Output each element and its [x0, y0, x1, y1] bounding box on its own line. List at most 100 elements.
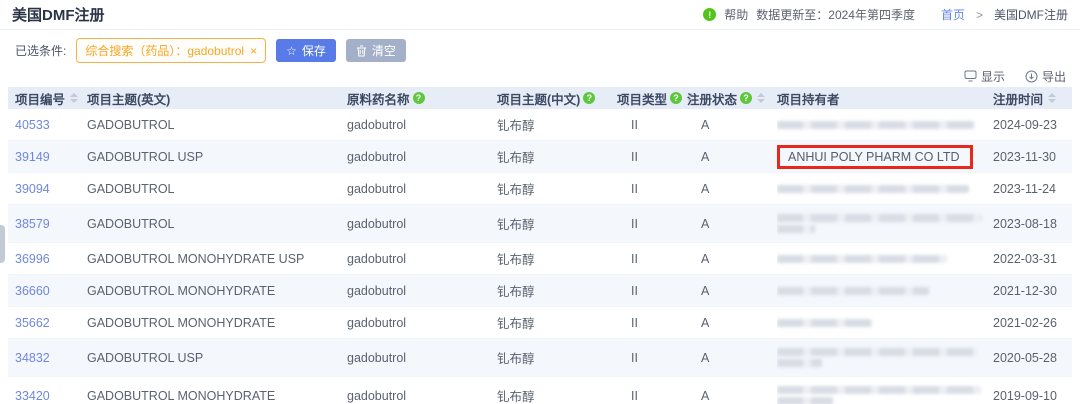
question-circle-icon[interactable]: ? [413, 92, 425, 104]
breadcrumb-home-link[interactable]: 首页 [941, 6, 965, 23]
sort-carets-icon[interactable] [70, 93, 78, 103]
selected-filters-bar: 已选条件: 综合搜索（药品）：gadobutrol × ☆ 保存 清空 [0, 30, 1080, 69]
table-row: 36996GADOBUTROL MONOHYDRATE USPgadobutro… [8, 243, 1072, 275]
project-id-link[interactable]: 40533 [15, 118, 50, 132]
display-settings-button[interactable]: 显示 [964, 68, 1005, 85]
cell-project-id: 40533 [8, 109, 87, 141]
cell-project-type: II [617, 205, 687, 243]
redacted-holder-text [777, 214, 982, 222]
question-circle-icon[interactable]: ? [670, 92, 682, 104]
cell-api-name: gadobutrol [347, 109, 497, 141]
cell-registration-status: A [687, 275, 777, 307]
cell-project-id: 38579 [8, 205, 87, 243]
column-header-label: 项目编号 [15, 89, 65, 108]
breadcrumb-current: 美国DMF注册 [994, 6, 1068, 23]
cell-project-type: II [617, 173, 687, 205]
save-button-label: 保存 [302, 42, 326, 59]
column-header: 原料药名称? [347, 87, 497, 109]
cell-subject-en: GADOBUTROL [87, 173, 347, 205]
side-drawer-handle[interactable] [0, 225, 5, 263]
column-header-label: 项目类型 [617, 89, 667, 108]
cell-subject-en: GADOBUTROL USP [87, 339, 347, 377]
table-row: 39094GADOBUTROLgadobutrol钆布醇IIA2023-11-2… [8, 173, 1072, 205]
project-id-link[interactable]: 38579 [15, 217, 50, 231]
page-title: 美国DMF注册 [12, 4, 105, 25]
cell-project-type: II [617, 339, 687, 377]
project-id-link[interactable]: 33420 [15, 389, 50, 403]
cell-api-name: gadobutrol [347, 141, 497, 173]
export-button[interactable]: 导出 [1025, 68, 1066, 85]
question-circle-icon[interactable]: ? [740, 92, 752, 104]
cell-holder [777, 377, 993, 404]
column-header[interactable]: 注册时间 [993, 87, 1072, 109]
top-header-bar: 美国DMF注册 ! 帮助 数据更新至：2024年第四季度 首页 > 美国DMF注… [0, 0, 1080, 30]
cell-project-id: 36660 [8, 275, 87, 307]
cell-subject-en: GADOBUTROL MONOHYDRATE [87, 377, 347, 404]
cell-project-id: 33420 [8, 377, 87, 404]
cell-subject-en: GADOBUTROL USP [87, 141, 347, 173]
cell-registration-date: 2021-02-26 [993, 307, 1072, 339]
project-id-link[interactable]: 34832 [15, 351, 50, 365]
clear-button[interactable]: 清空 [346, 39, 406, 62]
filter-tag-text: 综合搜索（药品）：gadobutrol [85, 42, 244, 59]
cell-subject-cn: 钆布醇 [497, 377, 617, 404]
table-row: 36660GADOBUTROL MONOHYDRATEgadobutrol钆布醇… [8, 275, 1072, 307]
filter-tag[interactable]: 综合搜索（药品）：gadobutrol × [76, 38, 266, 63]
column-header-label: 注册状态 [687, 89, 737, 108]
cell-project-type: II [617, 275, 687, 307]
column-header-label: 项目主题(中文) [497, 89, 580, 108]
project-id-link[interactable]: 39149 [15, 150, 50, 164]
cell-project-id: 35662 [8, 307, 87, 339]
column-header-label: 项目主题(英文) [87, 89, 170, 108]
cell-registration-date: 2021-12-30 [993, 275, 1072, 307]
trash-icon [356, 45, 367, 57]
cell-registration-status: A [687, 173, 777, 205]
cell-registration-date: 2024-09-23 [993, 109, 1072, 141]
help-link[interactable]: 帮助 [724, 6, 748, 23]
save-button[interactable]: ☆ 保存 [276, 39, 336, 62]
redacted-holder-text [777, 319, 872, 327]
monitor-icon [964, 70, 977, 82]
column-header[interactable]: 注册状态? [687, 87, 777, 109]
close-icon[interactable]: × [250, 44, 257, 58]
project-id-link[interactable]: 36660 [15, 284, 50, 298]
project-id-link[interactable]: 39094 [15, 182, 50, 196]
cell-project-id: 34832 [8, 339, 87, 377]
cell-registration-status: A [687, 377, 777, 404]
cell-holder: ANHUI POLY PHARM CO LTD [777, 141, 993, 173]
dmf-results-table: 项目编号项目主题(英文)原料药名称?项目主题(中文)?项目类型?注册状态?项目持… [8, 87, 1072, 404]
column-header[interactable]: 项目编号 [8, 87, 87, 109]
table-row: 34832GADOBUTROL USPgadobutrol钆布醇IIA2020-… [8, 339, 1072, 377]
sort-carets-icon[interactable] [757, 93, 765, 103]
column-header[interactable]: 项目类型? [617, 87, 687, 109]
question-circle-icon[interactable]: ? [583, 92, 595, 104]
cell-holder [777, 307, 993, 339]
redacted-holder-text [777, 185, 969, 193]
column-header: 项目主题(英文) [87, 87, 347, 109]
sort-carets-icon[interactable] [1048, 93, 1056, 103]
cell-subject-en: GADOBUTROL [87, 205, 347, 243]
project-id-link[interactable]: 36996 [15, 252, 50, 266]
redacted-holder-text [777, 121, 975, 129]
cell-project-type: II [617, 109, 687, 141]
cell-holder [777, 243, 993, 275]
cell-registration-date: 2019-09-10 [993, 377, 1072, 404]
cell-project-id: 36996 [8, 243, 87, 275]
export-label: 导出 [1042, 68, 1066, 85]
data-updated-text: 数据更新至：2024年第四季度 [756, 6, 915, 23]
table-header-row: 项目编号项目主题(英文)原料药名称?项目主题(中文)?项目类型?注册状态?项目持… [8, 87, 1072, 109]
project-id-link[interactable]: 35662 [15, 316, 50, 330]
cell-registration-date: 2023-08-18 [993, 205, 1072, 243]
cell-registration-date: 2023-11-24 [993, 173, 1072, 205]
cell-registration-status: A [687, 109, 777, 141]
cell-subject-cn: 钆布醇 [497, 339, 617, 377]
cell-project-type: II [617, 141, 687, 173]
cell-subject-en: GADOBUTROL MONOHYDRATE [87, 307, 347, 339]
cell-registration-status: A [687, 339, 777, 377]
topbar-right: ! 帮助 数据更新至：2024年第四季度 首页 > 美国DMF注册 [703, 6, 1068, 23]
redacted-holder-text [777, 255, 947, 263]
cell-subject-cn: 钆布醇 [497, 173, 617, 205]
cell-subject-cn: 钆布醇 [497, 109, 617, 141]
cell-registration-status: A [687, 205, 777, 243]
table-row: 39149GADOBUTROL USPgadobutrol钆布醇IIAANHUI… [8, 141, 1072, 173]
